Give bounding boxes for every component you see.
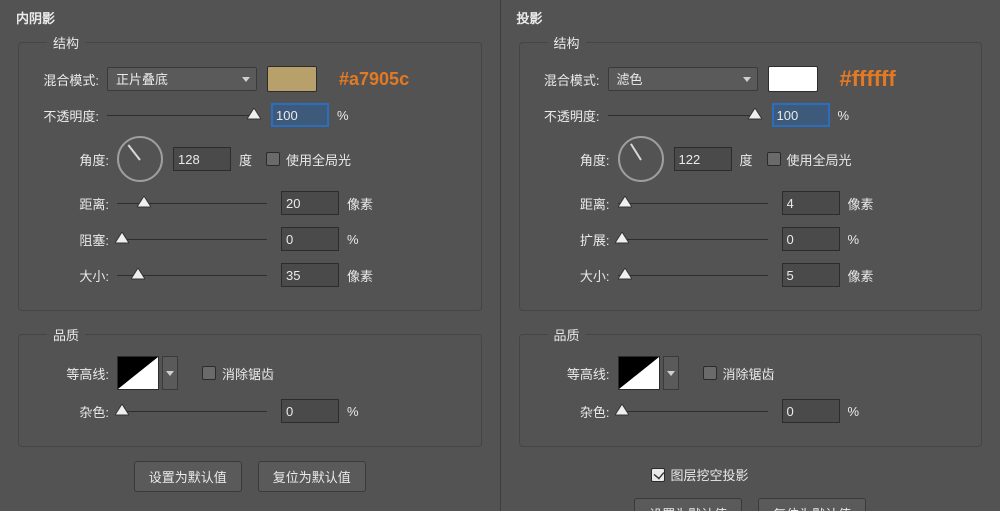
antialias-checkbox[interactable]: 消除锯齿 <box>202 364 274 383</box>
spread-label: 扩展: <box>552 230 610 249</box>
global-light-checkbox[interactable]: 使用全局光 <box>767 150 852 169</box>
color-swatch[interactable] <box>267 66 317 92</box>
color-swatch[interactable] <box>768 66 818 92</box>
panel-title: 投影 <box>517 8 991 27</box>
distance-unit: 像素 <box>848 194 874 213</box>
reset-default-button[interactable]: 复位为默认值 <box>758 498 866 511</box>
layer-knockout-checkbox[interactable]: 图层挖空投影 <box>651 465 749 484</box>
structure-group: 结构 混合模式: 正片叠底 #a7905c 不透明度: % 角度 <box>18 33 482 311</box>
opacity-slider[interactable] <box>107 106 257 124</box>
hex-annotation: #a7905c <box>339 69 409 90</box>
noise-label: 杂色: <box>552 402 610 421</box>
antialias-chk-input[interactable] <box>202 366 216 380</box>
size-label: 大小: <box>552 266 610 285</box>
antialias-checkbox[interactable]: 消除锯齿 <box>703 364 775 383</box>
angle-input[interactable] <box>173 147 231 171</box>
panel-title: 内阴影 <box>16 8 490 27</box>
noise-input[interactable] <box>782 399 840 423</box>
opacity-input[interactable] <box>271 103 329 127</box>
make-default-button[interactable]: 设置为默认值 <box>134 461 242 492</box>
size-slider[interactable] <box>618 266 768 284</box>
choke-label: 阻塞: <box>51 230 109 249</box>
distance-input[interactable] <box>782 191 840 215</box>
hex-annotation: #ffffff <box>840 66 896 92</box>
opacity-unit: % <box>838 108 850 123</box>
distance-input[interactable] <box>281 191 339 215</box>
structure-legend: 结构 <box>47 33 85 52</box>
global-light-chk-input[interactable] <box>266 152 280 166</box>
quality-legend: 品质 <box>47 325 85 344</box>
structure-group: 结构 混合模式: 滤色 #ffffff 不透明度: % 角度: <box>519 33 983 311</box>
choke-unit: % <box>347 232 359 247</box>
opacity-label: 不透明度: <box>534 106 600 125</box>
inner-shadow-panel: 内阴影 结构 混合模式: 正片叠底 #a7905c 不透明度: % <box>0 0 500 511</box>
contour-dropdown[interactable] <box>663 356 679 390</box>
blend-mode-label: 混合模式: <box>534 70 600 89</box>
contour-preview[interactable] <box>618 356 660 390</box>
global-light-label: 使用全局光 <box>286 150 351 169</box>
noise-unit: % <box>848 404 860 419</box>
angle-unit: 度 <box>740 150 753 169</box>
blend-mode-select[interactable]: 正片叠底 <box>107 67 257 91</box>
reset-default-button[interactable]: 复位为默认值 <box>258 461 366 492</box>
spread-input[interactable] <box>782 227 840 251</box>
contour-dropdown[interactable] <box>162 356 178 390</box>
contour-label: 等高线: <box>552 364 610 383</box>
make-default-button[interactable]: 设置为默认值 <box>634 498 742 511</box>
layer-knockout-chk-input[interactable] <box>651 468 665 482</box>
size-slider[interactable] <box>117 266 267 284</box>
distance-slider[interactable] <box>117 194 267 212</box>
quality-group: 品质 等高线: 消除锯齿 杂色: % <box>519 325 983 447</box>
size-unit: 像素 <box>347 266 373 285</box>
noise-unit: % <box>347 404 359 419</box>
antialias-label: 消除锯齿 <box>723 364 775 383</box>
size-input[interactable] <box>281 263 339 287</box>
noise-slider[interactable] <box>618 402 768 420</box>
layer-knockout-label: 图层挖空投影 <box>671 465 749 484</box>
contour-preview[interactable] <box>117 356 159 390</box>
blend-mode-label: 混合模式: <box>33 70 99 89</box>
global-light-label: 使用全局光 <box>787 150 852 169</box>
choke-slider[interactable] <box>117 230 267 248</box>
drop-shadow-panel: 投影 结构 混合模式: 滤色 #ffffff 不透明度: % <box>500 0 1000 511</box>
antialias-label: 消除锯齿 <box>222 364 274 383</box>
spread-unit: % <box>848 232 860 247</box>
opacity-input[interactable] <box>772 103 830 127</box>
angle-label: 角度: <box>552 150 610 169</box>
opacity-slider[interactable] <box>608 106 758 124</box>
antialias-chk-input[interactable] <box>703 366 717 380</box>
noise-slider[interactable] <box>117 402 267 420</box>
distance-slider[interactable] <box>618 194 768 212</box>
size-unit: 像素 <box>848 266 874 285</box>
contour-label: 等高线: <box>51 364 109 383</box>
blend-mode-select[interactable]: 滤色 <box>608 67 758 91</box>
choke-input[interactable] <box>281 227 339 251</box>
size-input[interactable] <box>782 263 840 287</box>
spread-slider[interactable] <box>618 230 768 248</box>
structure-legend: 结构 <box>548 33 586 52</box>
noise-input[interactable] <box>281 399 339 423</box>
angle-dial[interactable] <box>618 136 664 182</box>
distance-label: 距离: <box>552 194 610 213</box>
opacity-label: 不透明度: <box>33 106 99 125</box>
global-light-checkbox[interactable]: 使用全局光 <box>266 150 351 169</box>
angle-dial[interactable] <box>117 136 163 182</box>
angle-label: 角度: <box>51 150 109 169</box>
distance-label: 距离: <box>51 194 109 213</box>
opacity-unit: % <box>337 108 349 123</box>
global-light-chk-input[interactable] <box>767 152 781 166</box>
size-label: 大小: <box>51 266 109 285</box>
quality-legend: 品质 <box>548 325 586 344</box>
angle-unit: 度 <box>239 150 252 169</box>
noise-label: 杂色: <box>51 402 109 421</box>
distance-unit: 像素 <box>347 194 373 213</box>
quality-group: 品质 等高线: 消除锯齿 杂色: % <box>18 325 482 447</box>
angle-input[interactable] <box>674 147 732 171</box>
